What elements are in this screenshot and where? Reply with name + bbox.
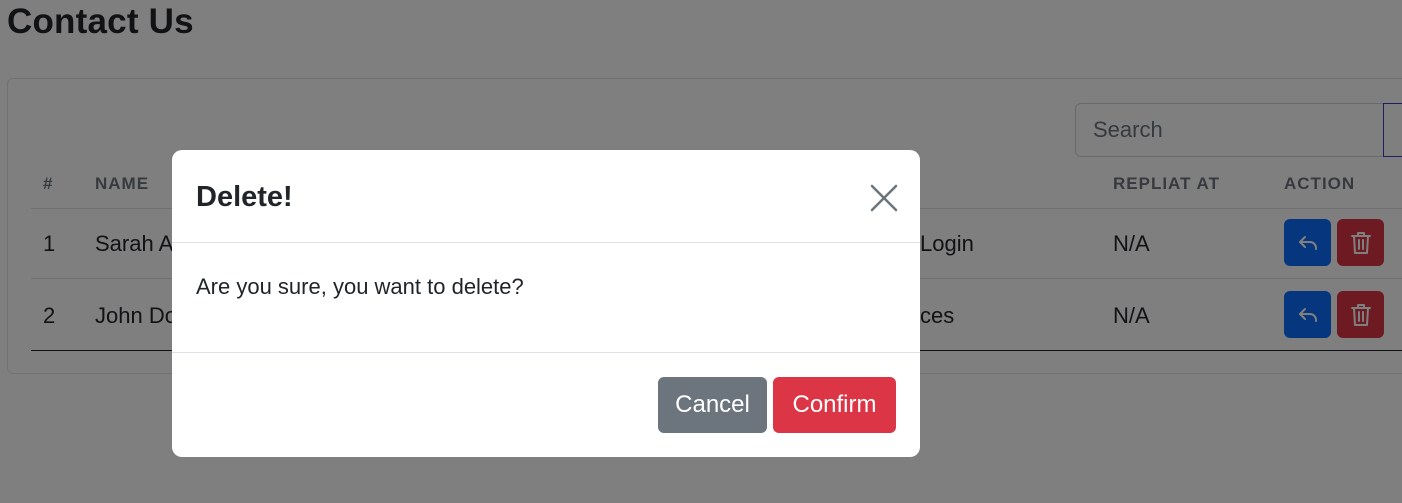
modal-header: Delete!: [172, 150, 920, 243]
modal-message: Are you sure, you want to delete?: [196, 274, 524, 299]
cancel-button[interactable]: Cancel: [658, 377, 767, 433]
modal-title: Delete!: [196, 181, 293, 213]
delete-modal: Delete! Are you sure, you want to delete…: [172, 150, 920, 457]
confirm-button[interactable]: Confirm: [773, 377, 896, 433]
close-icon: [870, 184, 898, 212]
modal-close-button[interactable]: [866, 180, 902, 216]
